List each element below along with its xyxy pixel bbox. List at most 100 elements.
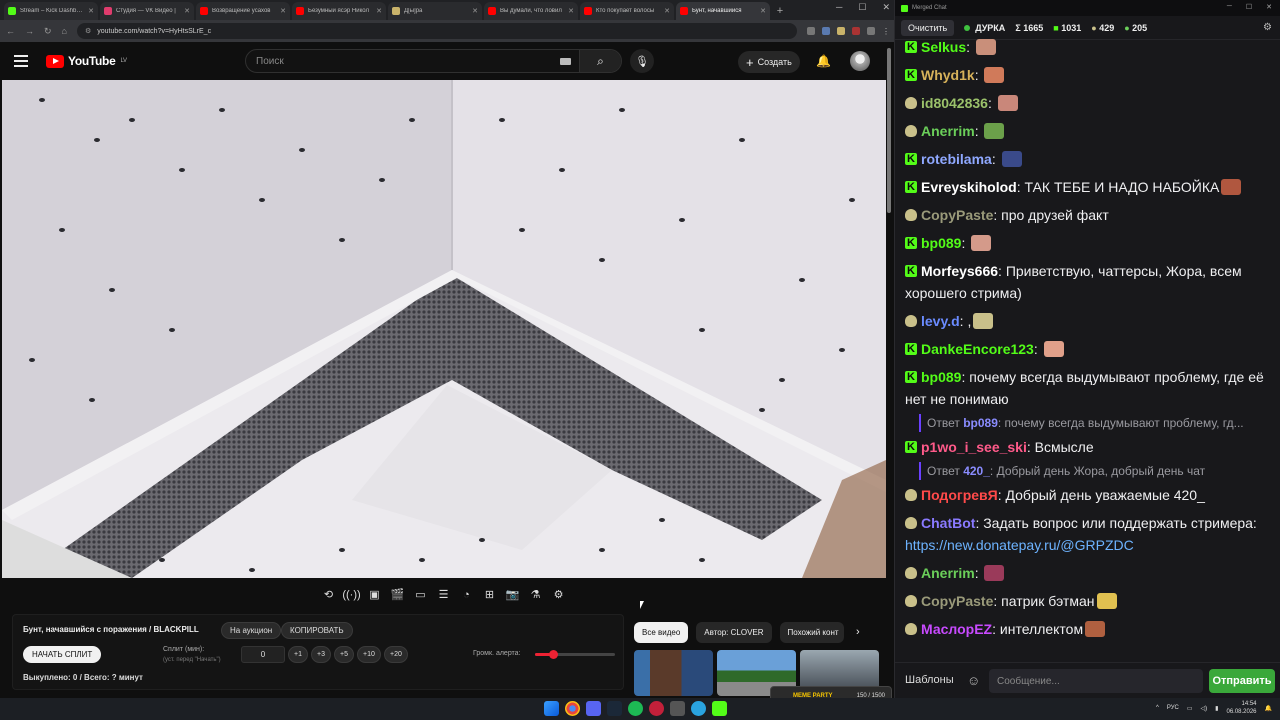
chat-username[interactable]: id8042836 [921,95,988,111]
close-tab-icon[interactable]: ✕ [280,7,286,15]
step-button-20[interactable]: +20 [384,646,408,663]
chat-username[interactable]: Anerrim [921,565,975,581]
send-button[interactable]: Отправить [1209,669,1275,693]
video-thumbnail[interactable] [634,650,713,696]
chip-similar[interactable]: Похожий конт [779,622,844,643]
home-icon[interactable]: ⌂ [62,26,67,36]
browser-tab[interactable]: Кто покупает волосы ✕ [580,2,674,20]
chevron-right-icon[interactable]: › [856,626,860,638]
app-icon[interactable] [649,701,664,716]
page-scrollbar[interactable] [886,42,892,698]
record-icon[interactable]: ▣ [366,586,383,603]
chat-username[interactable]: Whyd1k [921,67,975,83]
extension-icon[interactable] [807,27,815,35]
extension-icon[interactable] [837,27,845,35]
discord-icon[interactable] [586,701,601,716]
browser-tab[interactable]: Возвращение усахов ✕ [196,2,290,20]
close-icon[interactable]: ✕ [882,2,890,13]
chat-username[interactable]: CopyPaste [921,207,993,223]
site-info-icon[interactable]: ⚙ [85,27,91,35]
chat-username[interactable]: ChatBot [921,515,975,531]
browser-tab[interactable]: Бунт, начавшийся ✕ [676,2,770,20]
extension-icon[interactable] [852,27,860,35]
browser-tab[interactable]: Вы думали, что ловил ✕ [484,2,578,20]
youtube-logo[interactable]: YouTube LV [46,54,127,68]
battery-icon[interactable]: ▮ [1215,705,1218,712]
minimize-icon[interactable]: ─ [1227,3,1232,11]
extension-icon[interactable] [867,27,875,35]
clock[interactable]: 14:54 06.08.2026 [1226,700,1256,716]
back-icon[interactable]: ← [6,26,15,36]
steam-icon[interactable] [607,701,622,716]
frame-icon[interactable]: ▭ [412,586,429,603]
chat-username[interactable]: rotebilama [921,151,992,167]
copy-button[interactable]: КОПИРОВАТЬ [281,622,353,639]
menu-icon[interactable]: ⋮ [882,27,890,36]
network-icon[interactable]: ▭ [1187,705,1193,712]
maximize-icon[interactable]: ☐ [1246,3,1252,11]
emoji-icon[interactable]: ☺ [967,673,980,688]
chat-link[interactable]: https://new.donatepay.ru/@GRPZDC [905,537,1134,553]
step-button-5[interactable]: +5 [334,646,354,663]
browser-tab[interactable]: Студия — VK Видео | ✕ [100,2,194,20]
step-button-3[interactable]: +3 [311,646,331,663]
lab-icon[interactable]: ⚗ [527,586,544,603]
forward-icon[interactable]: → [25,26,34,36]
keyboard-icon[interactable] [560,58,571,65]
search-input[interactable]: Поиск ⌕ [245,49,622,73]
chat-username[interactable]: Anerrim [921,123,975,139]
gear-icon[interactable]: ⚙ [1263,22,1272,33]
browser-tab[interactable]: Д[ы]ра ✕ [388,2,482,20]
close-tab-icon[interactable]: ✕ [664,7,670,15]
alert-volume-slider[interactable] [535,650,615,659]
create-button[interactable]: + Создать [738,51,800,73]
chat-username[interactable]: levy.d [921,313,960,329]
avatar[interactable] [850,51,870,71]
spotify-icon[interactable] [628,701,643,716]
chat-username[interactable]: ПодогревЯ [921,487,998,503]
settings-icon[interactable]: ⚙ [550,586,567,603]
reply-user[interactable]: 420_ [963,464,990,478]
speed-icon[interactable]: ◔ [458,586,475,603]
close-tab-icon[interactable]: ✕ [184,7,190,15]
auction-button[interactable]: На аукцион [221,622,282,639]
chat-username[interactable]: Selkus [921,39,966,55]
repeat-icon[interactable]: ⟲ [320,586,337,603]
new-tab-icon[interactable]: + [772,2,788,20]
close-tab-icon[interactable]: ✕ [376,7,382,15]
maximize-icon[interactable]: ☐ [858,2,866,13]
split-minutes-input[interactable]: 0 [241,646,285,663]
screenshot-icon[interactable]: 📷 [504,586,521,603]
browser-tab[interactable]: Stream – Kick Dashboard ✕ [4,2,98,20]
reply-user[interactable]: bp089 [963,416,998,430]
start-split-button[interactable]: НАЧАТЬ СПЛИТ [23,646,102,663]
url-bar[interactable]: ⚙ youtube.com/watch?v=HyHtsSLrE_c [76,23,797,39]
close-icon[interactable]: ✕ [1266,3,1272,11]
chrome-icon[interactable] [565,701,580,716]
clear-button[interactable]: Очистить [901,19,955,36]
close-tab-icon[interactable]: ✕ [568,7,574,15]
chat-username[interactable]: DankeEncore123 [921,341,1034,357]
language-indicator[interactable]: РУС [1167,705,1179,711]
add-icon[interactable]: ⊞ [481,586,498,603]
video-player[interactable] [2,80,886,578]
close-tab-icon[interactable]: ✕ [88,7,94,15]
search-icon[interactable]: ⌕ [579,50,621,72]
chip-author[interactable]: Автор: CLOVER [696,622,772,643]
chat-username[interactable]: bp089 [921,235,961,251]
chat-username[interactable]: Morfeys666 [921,263,998,279]
kick-icon[interactable] [712,701,727,716]
microphone-icon[interactable]: 🎙 [630,49,654,73]
chat-username[interactable]: bp089 [921,369,961,385]
notifications-icon[interactable]: 🔔 [816,54,831,68]
extension-icon[interactable] [822,27,830,35]
tray-arrow-icon[interactable]: ^ [1156,705,1159,711]
step-button-1[interactable]: +1 [288,646,308,663]
app-icon[interactable] [670,701,685,716]
clip-icon[interactable]: 🎬 [389,586,406,603]
templates-button[interactable]: Шаблоны [905,674,954,686]
chip-all-videos[interactable]: Все видео [634,622,689,643]
chapters-icon[interactable]: ☰ [435,586,452,603]
close-tab-icon[interactable]: ✕ [472,7,478,15]
start-icon[interactable] [544,701,559,716]
